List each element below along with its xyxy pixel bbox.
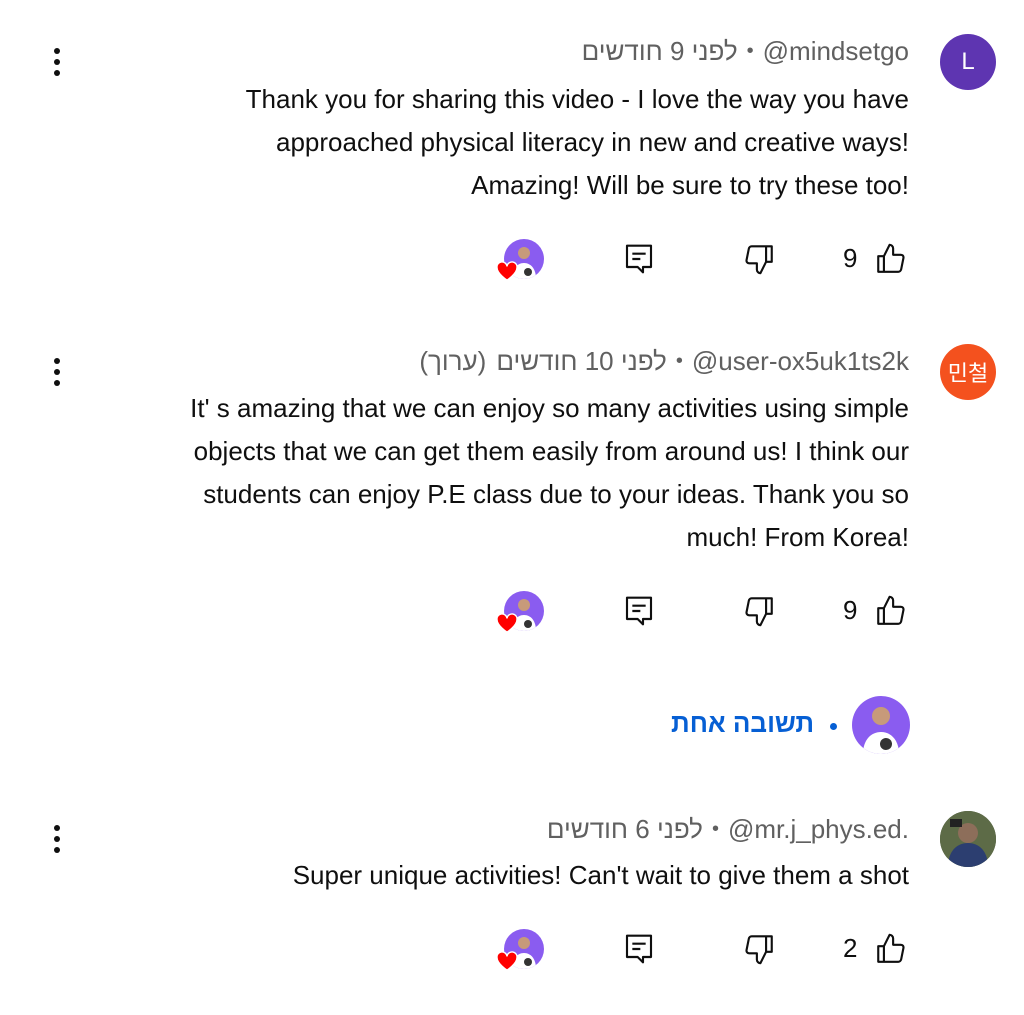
dislike-button[interactable] [740, 930, 778, 968]
avatar-photo [940, 811, 996, 867]
like-count: 9 [843, 243, 858, 273]
reply-icon [625, 934, 653, 964]
thumb-up-icon [877, 243, 905, 273]
author-avatar[interactable]: 민철 [940, 344, 996, 400]
reply-button[interactable] [620, 240, 658, 278]
comment-meta: לפני 9 חודשים • @mindsetgo [582, 36, 909, 67]
edited-label: (ערוך) [419, 346, 487, 376]
comment-line: much! From Korea! [686, 522, 909, 552]
like-button[interactable] [872, 240, 910, 278]
comment-text: It' s amazing that we can enjoy so many … [190, 387, 909, 559]
reply-button[interactable] [620, 930, 658, 968]
reply-button[interactable] [620, 592, 658, 630]
more-vert-icon[interactable] [48, 44, 66, 80]
comment-actions: 2 [0, 924, 1024, 974]
reply-icon [625, 596, 653, 626]
creator-heart [496, 929, 544, 977]
comment-line: It' s amazing that we can enjoy so many … [190, 393, 909, 423]
more-vert-icon[interactable] [48, 821, 66, 857]
avatar-letter: 민철 [947, 361, 989, 386]
like-button[interactable] [872, 592, 910, 630]
meta-separator: • [711, 818, 719, 840]
comment-time: לפני 10 חודשים [496, 346, 667, 376]
creator-avatar [852, 696, 910, 754]
comment-handle[interactable]: @mr.j_phys.ed. [728, 814, 909, 845]
creator-heart [496, 239, 544, 287]
comment-line: Thank you for sharing this video - I lov… [245, 84, 909, 114]
more-vert-icon[interactable] [48, 354, 66, 390]
thumb-up-icon [877, 933, 905, 963]
comment-meta: (ערוך) לפני 10 חודשים • @user-ox5uk1ts2k [419, 346, 909, 377]
creator-heart-icon [496, 951, 518, 971]
thumb-down-icon [745, 245, 773, 275]
view-replies-button[interactable]: תשובה אחת [0, 696, 1024, 756]
replies-label[interactable]: תשובה אחת [671, 708, 814, 739]
creator-heart-icon [496, 613, 518, 633]
thumb-down-icon [745, 935, 773, 965]
like-count: 2 [843, 933, 858, 963]
creator-heart-icon [496, 261, 518, 281]
avatar-letter: L [961, 48, 975, 75]
author-avatar[interactable]: L [940, 34, 996, 90]
comment-handle[interactable]: @user-ox5uk1ts2k [692, 346, 909, 377]
comment-text: Super unique activities! Can't wait to g… [293, 854, 909, 897]
like-button[interactable] [872, 930, 910, 968]
comment-meta: לפני 6 חודשים • @mr.j_phys.ed. [547, 814, 909, 845]
comment-line: objects that we can get them easily from… [193, 436, 909, 466]
comment-time: לפני 6 חודשים [546, 814, 703, 844]
comment-line: students can enjoy P.E class due to your… [203, 479, 909, 509]
dislike-button[interactable] [740, 592, 778, 630]
comment-time: לפני 9 חודשים [581, 36, 738, 66]
author-avatar[interactable] [940, 811, 996, 867]
comment-line: Super unique activities! Can't wait to g… [292, 860, 909, 890]
creator-heart [496, 591, 544, 639]
replies-dot [830, 723, 837, 730]
thumb-up-icon [877, 595, 905, 625]
reply-icon [625, 244, 653, 274]
dislike-button[interactable] [740, 240, 778, 278]
comment-handle[interactable]: @mindsetgo [763, 36, 909, 67]
comment-actions: 9 [0, 234, 1024, 284]
comment-text: Thank you for sharing this video - I lov… [246, 78, 909, 207]
comment-actions: 9 [0, 586, 1024, 636]
like-count: 9 [843, 595, 858, 625]
comment-line: Amazing! Will be sure to try these too! [471, 170, 909, 200]
meta-separator: • [675, 350, 683, 372]
comment-line: approached physical literacy in new and … [275, 127, 909, 157]
thumb-down-icon [745, 597, 773, 627]
meta-separator: • [746, 40, 754, 62]
